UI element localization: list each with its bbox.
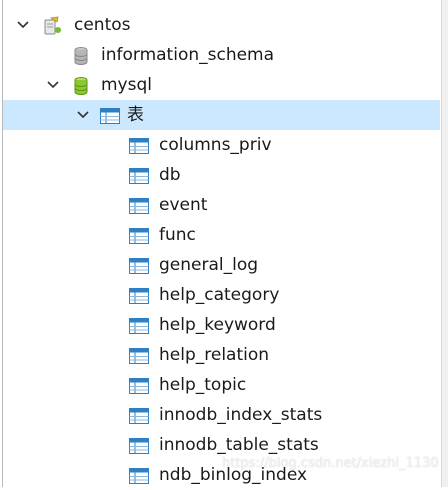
table-icon [128,166,150,186]
database-label: information_schema [101,45,275,65]
table-icon [128,466,150,486]
table-icon [128,436,150,456]
tree-node-connection[interactable]: centos [3,10,440,40]
chevron-down-icon[interactable] [45,70,61,100]
table-item[interactable]: general_log [3,250,440,280]
table-item[interactable]: help_topic [3,370,440,400]
table-icon [128,226,150,246]
table-item[interactable]: help_keyword [3,310,440,340]
table-label: help_topic [159,375,247,395]
table-icon [128,196,150,216]
table-label: func [159,225,196,245]
database-icon [70,76,92,96]
table-icon [128,286,150,306]
navigator-panel: centos information_schema mysql 表 column… [0,0,448,487]
tree-node-database[interactable]: information_schema [3,40,440,70]
database-label: mysql [101,75,152,95]
table-item[interactable]: event [3,190,440,220]
table-icon [128,406,150,426]
table-label: help_relation [159,345,270,365]
table-icon [128,256,150,276]
table-label: general_log [159,255,259,275]
scrollbar-track[interactable] [442,0,448,487]
tree-node-database[interactable]: mysql [3,70,440,100]
table-icon [128,136,150,156]
table-item[interactable]: innodb_index_stats [3,400,440,430]
table-icon [128,376,150,396]
table-icon [128,316,150,336]
table-item[interactable]: columns_priv [3,130,440,160]
table-item[interactable]: help_relation [3,340,440,370]
chevron-down-icon[interactable] [75,100,91,130]
table-label: columns_priv [159,135,272,155]
database-icon [70,46,92,66]
connection-label: centos [74,15,131,35]
watermark: https://blog.csdn.net/xiezhi_1130 [222,456,439,471]
table-item[interactable]: func [3,220,440,250]
table-label: event [159,195,208,215]
table-label: innodb_index_stats [159,405,323,425]
table-item[interactable]: db [3,160,440,190]
tables-folder-icon [99,106,121,126]
table-label: help_category [159,285,280,305]
tree-node-tables-folder[interactable]: 表 [3,100,440,130]
connection-icon [41,16,63,36]
table-label: db [159,165,181,185]
table-icon [128,346,150,366]
tables-folder-label: 表 [127,105,144,125]
table-label: help_keyword [159,315,276,335]
table-item[interactable]: help_category [3,280,440,310]
chevron-down-icon[interactable] [15,10,31,40]
